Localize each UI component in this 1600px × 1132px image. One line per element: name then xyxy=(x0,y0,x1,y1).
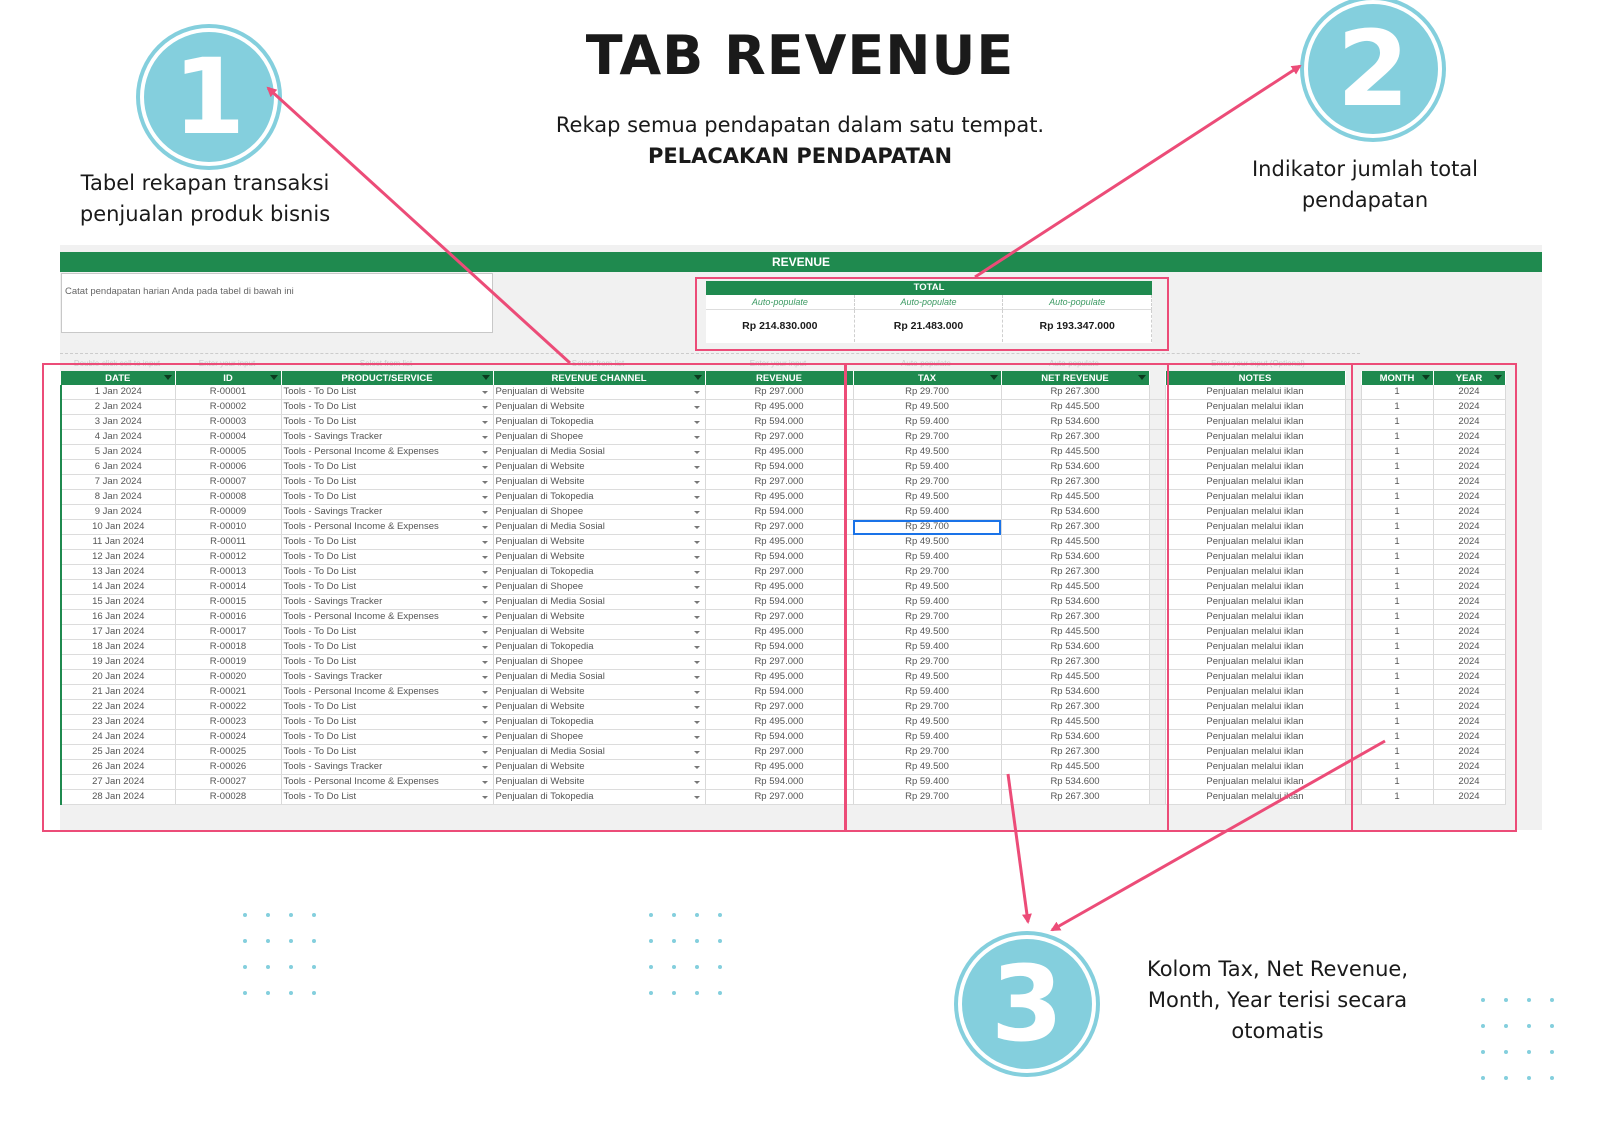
dot xyxy=(266,939,270,943)
dot xyxy=(1527,1024,1531,1028)
dot xyxy=(649,913,653,917)
arrow-to-callout-1 xyxy=(266,86,572,365)
dot xyxy=(695,913,699,917)
dot xyxy=(289,939,293,943)
dot xyxy=(718,991,722,995)
dot xyxy=(1527,1050,1531,1054)
arrow-from-tax-to-callout-3 xyxy=(1006,773,1032,924)
dot xyxy=(718,913,722,917)
dot xyxy=(672,965,676,969)
arrow-to-callout-2 xyxy=(974,64,1302,279)
arrows-overlay xyxy=(266,64,1386,932)
dot xyxy=(312,939,316,943)
dot xyxy=(649,939,653,943)
dot xyxy=(649,965,653,969)
dot xyxy=(672,991,676,995)
dot xyxy=(1527,1076,1531,1080)
dot xyxy=(695,939,699,943)
dot xyxy=(1504,1076,1508,1080)
dot xyxy=(1550,1024,1554,1028)
dot xyxy=(266,965,270,969)
dot xyxy=(1481,1076,1485,1080)
dot xyxy=(695,965,699,969)
dot xyxy=(243,991,247,995)
dot xyxy=(1550,998,1554,1002)
arrow-from-month-to-callout-3 xyxy=(1050,739,1386,932)
dot xyxy=(312,991,316,995)
dot xyxy=(1481,998,1485,1002)
dot xyxy=(312,965,316,969)
dot xyxy=(289,991,293,995)
dot xyxy=(695,991,699,995)
dot xyxy=(1504,1050,1508,1054)
dot xyxy=(1481,1024,1485,1028)
dot xyxy=(243,939,247,943)
dot xyxy=(243,913,247,917)
dot xyxy=(1550,1050,1554,1054)
dot xyxy=(672,939,676,943)
dot xyxy=(1550,1076,1554,1080)
dot xyxy=(243,965,247,969)
dot xyxy=(649,991,653,995)
dot xyxy=(1504,1024,1508,1028)
dot xyxy=(266,991,270,995)
dot xyxy=(1527,998,1531,1002)
dot xyxy=(266,913,270,917)
dot xyxy=(718,965,722,969)
dot xyxy=(672,913,676,917)
dot xyxy=(312,913,316,917)
dot xyxy=(1504,998,1508,1002)
dot xyxy=(1481,1050,1485,1054)
dot xyxy=(289,965,293,969)
dot xyxy=(718,939,722,943)
dot xyxy=(289,913,293,917)
